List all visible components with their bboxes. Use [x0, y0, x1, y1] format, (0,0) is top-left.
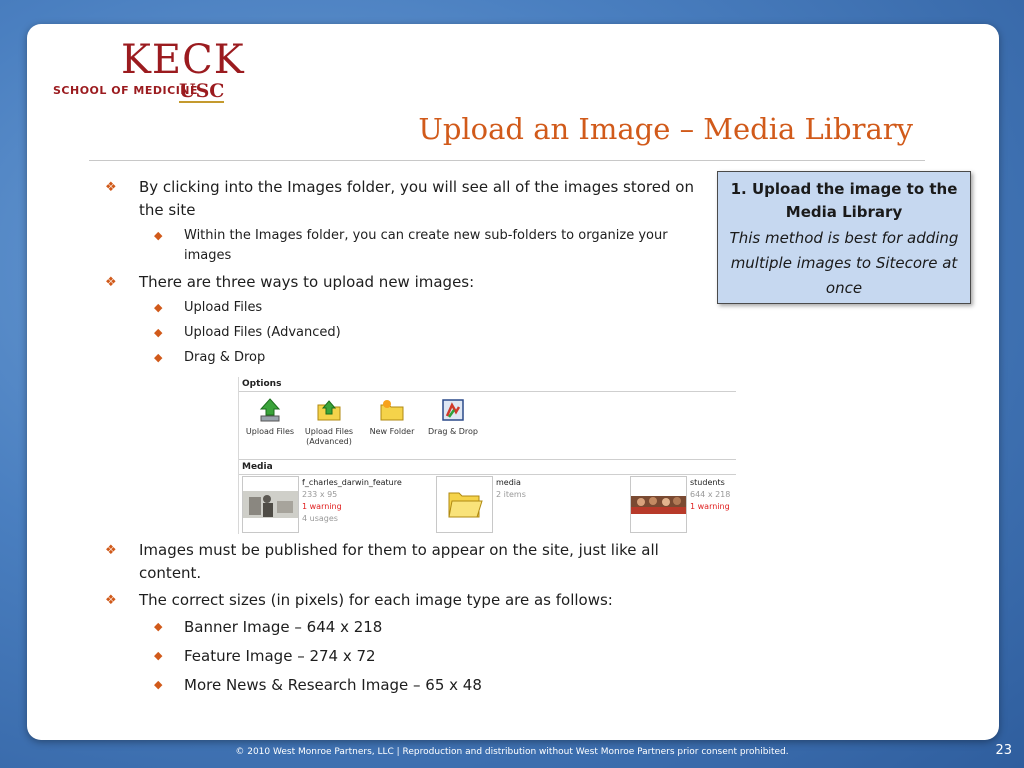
students-image [631, 496, 686, 514]
sub-bullet-item: ◆ Upload Files (Advanced) [105, 323, 705, 343]
diamond-icon: ◆ [154, 678, 163, 691]
bullet-item: ❖ The correct sizes (in pixels) for each… [105, 589, 705, 612]
callout-heading: 1. Upload the image to the Media Library [730, 180, 958, 221]
option-label: Upload Files [245, 427, 295, 436]
folder-icon [448, 492, 483, 518]
drag-drop-icon [442, 399, 464, 421]
callout-box: 1. Upload the image to the Media Library… [717, 171, 971, 304]
diamond-bullet-icon: ❖ [105, 275, 117, 290]
media-name: f_charles_darwin_feature [302, 478, 402, 487]
media-size: 233 x 95 [302, 490, 338, 499]
sub-bullet-item: ◆ Feature Image – 274 x 72 [105, 645, 705, 667]
sub-bullet-item: ◆ Within the Images folder, you can crea… [105, 226, 705, 266]
drag-drop-option[interactable]: Drag & Drop [422, 397, 484, 437]
media-meta-students: students 644 x 218 1 warning [690, 477, 730, 513]
media-thumbnail-folder[interactable] [436, 476, 493, 533]
title-divider [89, 160, 925, 161]
bullet-list-top: ❖ By clicking into the Images folder, yo… [105, 176, 705, 373]
sub-bullet-text: Drag & Drop [184, 350, 266, 365]
media-thumbnail-students[interactable] [630, 476, 687, 533]
bullet-text: By clicking into the Images folder, you … [139, 178, 694, 219]
sub-bullet-item: ◆ Drag & Drop [105, 348, 705, 368]
diamond-bullet-icon: ❖ [105, 593, 117, 608]
media-usage: 4 usages [302, 514, 338, 523]
sub-bullet-item: ◆ Banner Image – 644 x 218 [105, 616, 705, 638]
media-meta-folder: media 2 items [496, 477, 526, 501]
keck-usc-logo: KECK SCHOOL OF MEDICINE USC [51, 38, 244, 108]
media-warning: 1 warning [302, 502, 342, 511]
bullet-text: The correct sizes (in pixels) for each i… [139, 591, 613, 609]
media-name: students [690, 478, 725, 487]
media-warning: 1 warning [690, 502, 730, 511]
media-size: 2 items [496, 490, 526, 499]
options-divider [239, 391, 736, 392]
upload-files-option[interactable]: Upload Files [239, 397, 301, 437]
option-label: Upload Files (Advanced) [304, 427, 354, 446]
diamond-icon: ◆ [154, 620, 163, 633]
media-thumbnail-darwin[interactable] [242, 476, 299, 533]
sub-bullet-item: ◆ More News & Research Image – 65 x 48 [105, 674, 705, 696]
upload-arrow-icon [259, 398, 281, 422]
logo-usc: USC [179, 80, 225, 103]
page-number: 23 [995, 743, 1012, 758]
darwin-image [243, 491, 298, 518]
sitecore-options-screenshot: Options Upload Files Upload Files (Advan… [238, 377, 736, 534]
new-folder-option[interactable]: New Folder [361, 397, 423, 437]
sub-bullet-text: Feature Image – 274 x 72 [184, 647, 376, 665]
bullet-text: Images must be published for them to app… [139, 541, 659, 582]
options-label: Options [242, 379, 282, 389]
footer-copyright: © 2010 West Monroe Partners, LLC | Repro… [235, 747, 789, 757]
sub-bullet-text: More News & Research Image – 65 x 48 [184, 676, 482, 694]
folder-upload-icon [317, 400, 341, 421]
sub-bullet-item: ◆ Upload Files [105, 298, 705, 318]
diamond-icon: ◆ [154, 649, 163, 662]
sub-bullet-text: Upload Files (Advanced) [184, 325, 341, 340]
sub-bullet-text: Upload Files [184, 300, 263, 315]
diamond-bullet-icon: ❖ [105, 180, 117, 195]
bullet-item: ❖ There are three ways to upload new ima… [105, 271, 705, 294]
media-divider-top [239, 459, 736, 460]
logo-school: SCHOOL OF MEDICINE [53, 84, 199, 97]
diamond-bullet-icon: ❖ [105, 543, 117, 558]
media-label: Media [242, 462, 273, 472]
bullet-text: There are three ways to upload new image… [139, 273, 475, 291]
diamond-icon: ◆ [154, 326, 163, 339]
diamond-icon: ◆ [154, 229, 163, 242]
diamond-icon: ◆ [154, 301, 163, 314]
new-folder-icon [380, 400, 404, 421]
media-name: media [496, 478, 521, 487]
option-label: Drag & Drop [428, 427, 478, 436]
callout-body: This method is best for adding multiple … [729, 229, 959, 297]
media-size: 644 x 218 [690, 490, 731, 499]
bullet-item: ❖ Images must be published for them to a… [105, 539, 705, 585]
slide: KECK SCHOOL OF MEDICINE USC Upload an Im… [27, 24, 999, 740]
media-meta-darwin: f_charles_darwin_feature 233 x 95 1 warn… [302, 477, 402, 525]
bullet-item: ❖ By clicking into the Images folder, yo… [105, 176, 705, 222]
logo-keck: KECK [121, 37, 245, 83]
option-label: New Folder [369, 427, 415, 436]
media-divider [239, 474, 736, 475]
diamond-icon: ◆ [154, 351, 163, 364]
bullet-list-bottom: ❖ Images must be published for them to a… [105, 539, 705, 703]
upload-files-advanced-option[interactable]: Upload Files (Advanced) [298, 397, 360, 447]
page-title: Upload an Image – Media Library [418, 112, 913, 146]
sub-bullet-text: Within the Images folder, you can create… [184, 228, 668, 263]
sub-bullet-text: Banner Image – 644 x 218 [184, 618, 383, 636]
